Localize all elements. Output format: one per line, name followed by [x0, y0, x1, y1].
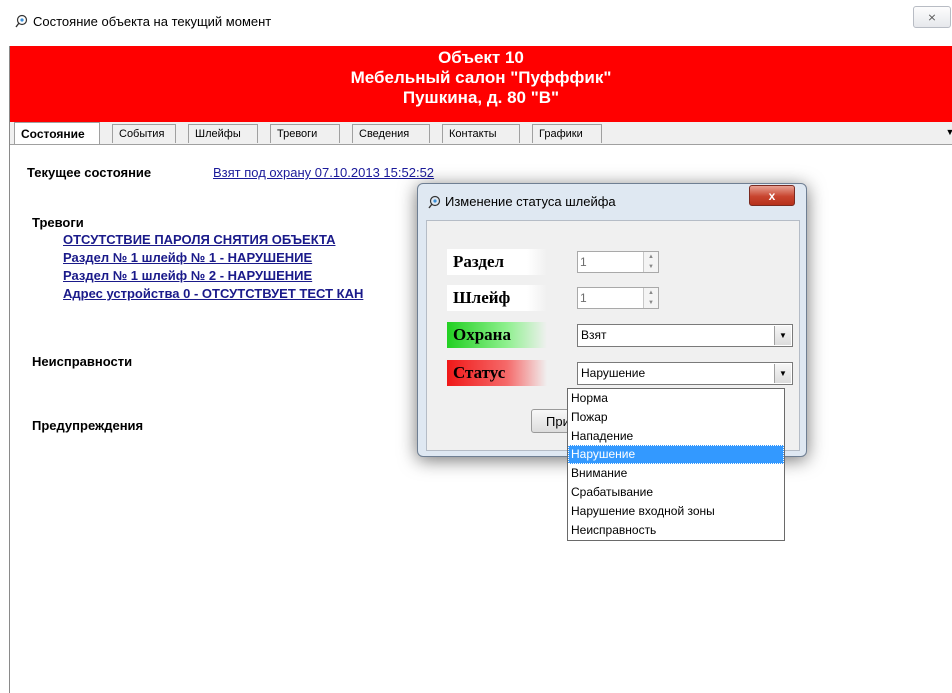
dropdown-option[interactable]: Нарушение входной зоны — [568, 502, 784, 521]
dialog-titlebar: Изменение статуса шлейфа — [427, 194, 616, 209]
section-value: 1 — [580, 255, 587, 269]
tab-scroll-down-icon[interactable]: ▼ — [942, 124, 952, 140]
dropdown-option[interactable]: Внимание — [568, 464, 784, 483]
object-number: Объект 10 — [438, 48, 524, 67]
faults-label: Неисправности — [32, 354, 133, 369]
dialog-close-button[interactable]: x — [749, 185, 795, 206]
app-icon — [15, 14, 28, 28]
window-titlebar: Состояние объекта на текущий момент ⨯ — [0, 0, 952, 46]
current-state-label: Текущее состояние — [27, 165, 152, 180]
window-title: Состояние объекта на текущий момент — [33, 14, 272, 29]
guard-value: Взят — [581, 328, 607, 342]
dropdown-option-selected[interactable]: Нарушение — [568, 445, 784, 465]
tab-events[interactable]: События — [112, 124, 176, 143]
dropdown-option[interactable]: Срабатывание — [568, 483, 784, 502]
spinner-arrows-icon[interactable]: ▲ ▼ — [643, 252, 658, 272]
alarm-item[interactable]: ОТСУТСТВИЕ ПАРОЛЯ СНЯТИЯ ОБЪЕКТА — [63, 232, 335, 247]
window-close-button[interactable]: ⨯ — [913, 6, 951, 28]
app-icon — [428, 195, 441, 208]
chevron-down-icon[interactable]: ▼ — [774, 326, 791, 345]
tab-info[interactable]: Сведения — [352, 124, 430, 143]
tab-alarms[interactable]: Тревоги — [270, 124, 340, 143]
dropdown-option[interactable]: Норма — [568, 389, 784, 408]
dropdown-option[interactable]: Нападение — [568, 427, 784, 446]
dialog-title: Изменение статуса шлейфа — [445, 194, 616, 209]
alarm-item[interactable]: Раздел № 1 шлейф № 1 - НАРУШЕНИЕ — [63, 250, 312, 265]
object-banner: Объект 10 Мебельный салон "Пуфффик" Пушк… — [10, 46, 952, 122]
chevron-down-icon[interactable]: ▼ — [774, 364, 791, 383]
section-label: Раздел — [447, 249, 547, 275]
tab-charts[interactable]: Графики — [532, 124, 602, 143]
close-icon: ⨯ — [927, 11, 937, 24]
status-dropdown-list: Норма Пожар Нападение Нарушение Внимание… — [567, 388, 785, 541]
guard-select[interactable]: Взят ▼ — [577, 324, 793, 347]
close-icon: x — [768, 188, 776, 203]
warnings-label: Предупреждения — [32, 418, 144, 433]
tab-loops[interactable]: Шлейфы — [188, 124, 258, 143]
loop-value: 1 — [580, 291, 587, 305]
status-label: Статус — [447, 360, 547, 386]
spinner-arrows-icon[interactable]: ▲ ▼ — [643, 288, 658, 308]
alarm-item[interactable]: Раздел № 1 шлейф № 2 - НАРУШЕНИЕ — [63, 268, 312, 283]
dropdown-option[interactable]: Неисправность — [568, 521, 784, 540]
tab-contacts[interactable]: Контакты — [442, 124, 520, 143]
tab-state[interactable]: Состояние — [14, 122, 100, 144]
section-spinner[interactable]: 1 ▲ ▼ — [577, 251, 659, 273]
current-state-link[interactable]: Взят под охрану 07.10.2013 15:52:52 — [213, 165, 434, 180]
tab-bar: Состояние События Шлейфы Тревоги Сведени… — [10, 122, 952, 145]
object-name: Мебельный салон "Пуфффик" — [350, 68, 612, 87]
status-value: Нарушение — [581, 366, 646, 380]
alarm-item[interactable]: Адрес устройства 0 - ОТСУТСТВУЕТ ТЕСТ КА… — [63, 286, 363, 301]
loop-label: Шлейф — [447, 285, 547, 311]
alarms-label: Тревоги — [32, 215, 84, 230]
dropdown-option[interactable]: Пожар — [568, 408, 784, 427]
loop-spinner[interactable]: 1 ▲ ▼ — [577, 287, 659, 309]
object-address: Пушкина, д. 80 "В" — [402, 88, 560, 107]
guard-label: Охрана — [447, 322, 547, 348]
status-select[interactable]: Нарушение ▼ — [577, 362, 793, 385]
